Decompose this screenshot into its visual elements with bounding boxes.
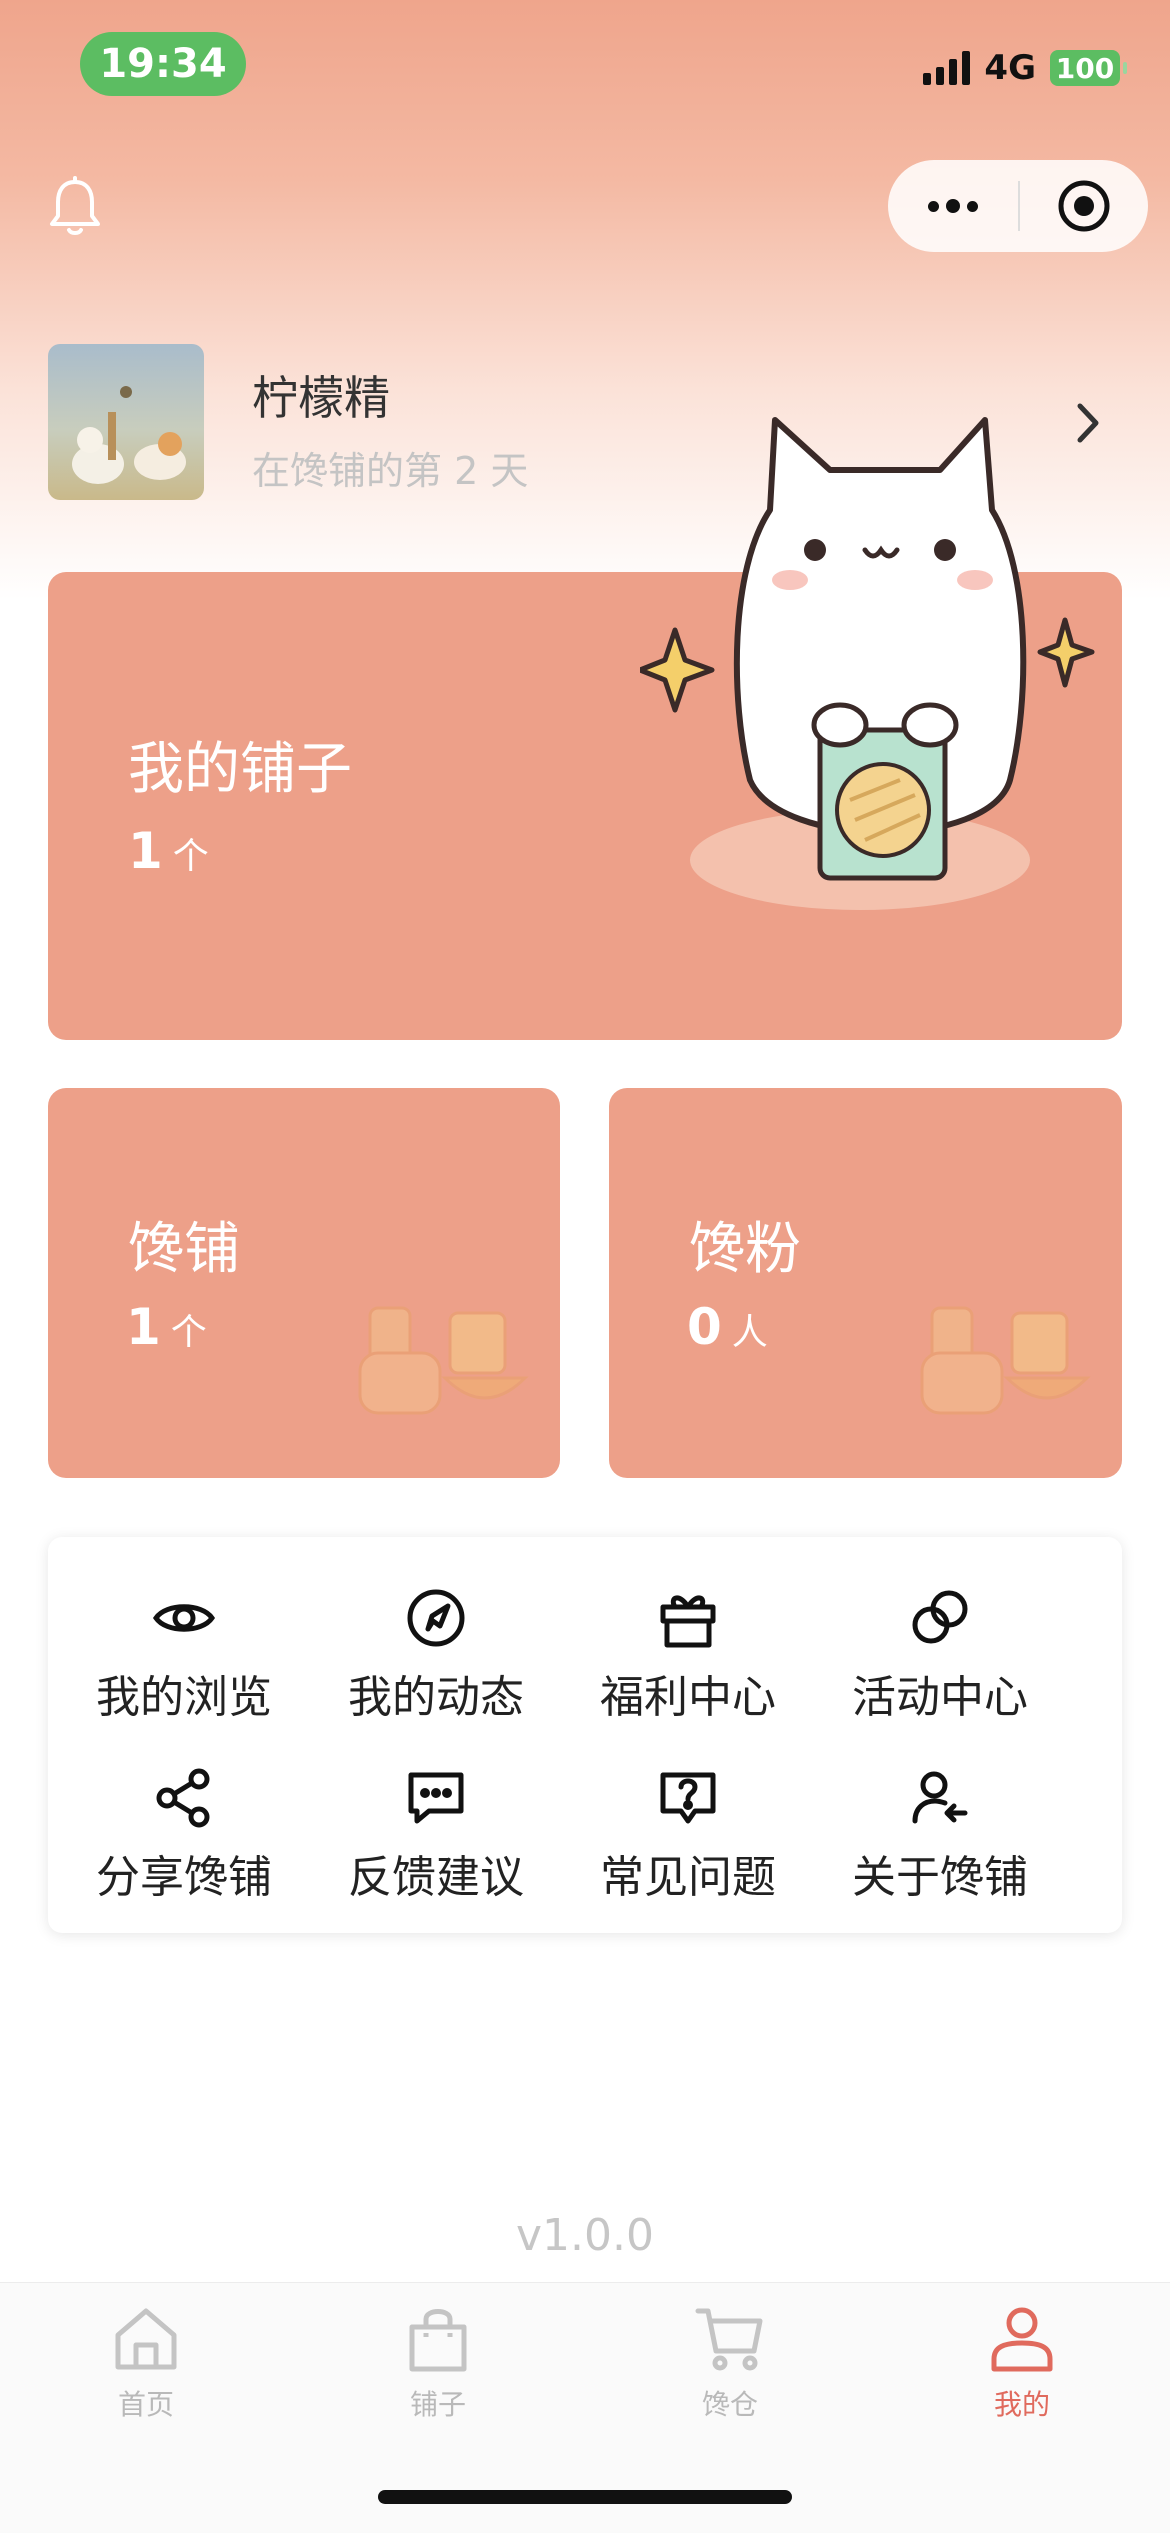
chat-dots-icon xyxy=(408,1772,464,1824)
snacks-illustration xyxy=(358,1306,529,1415)
my-shops-value: 1 xyxy=(128,822,163,880)
fans-count: 0人 xyxy=(687,1298,768,1356)
signal-icon xyxy=(923,51,971,85)
tab-label: 馋仓 xyxy=(701,2388,758,2421)
chanpu-value: 1 xyxy=(126,1298,161,1356)
tab-label: 我的 xyxy=(993,2388,1050,2421)
menu-label: 常见问题 xyxy=(600,1852,776,1903)
app-version: v1.0.0 xyxy=(516,2210,654,2261)
user-name: 柠檬精 xyxy=(252,371,390,425)
share-icon xyxy=(156,1768,210,1828)
cart-icon xyxy=(695,2308,763,2371)
mini-program-capsule xyxy=(888,160,1148,252)
fans-card[interactable]: 馋粉 0人 xyxy=(609,1088,1122,1478)
menu-label: 我的浏览 xyxy=(96,1672,272,1723)
my-shops-unit: 个 xyxy=(172,836,209,877)
menu-item-welfare[interactable]: 福利中心 xyxy=(562,1585,814,1735)
home-indicator xyxy=(378,2490,792,2504)
menu-label: 福利中心 xyxy=(600,1672,776,1723)
network-type: 4G xyxy=(984,48,1036,88)
more-icon[interactable] xyxy=(888,160,1018,252)
coins-icon xyxy=(912,1590,968,1644)
battery-icon: 100 xyxy=(1050,50,1127,86)
chanpu-card[interactable]: 馋铺 1个 xyxy=(48,1088,560,1478)
menu-label: 分享馋铺 xyxy=(96,1852,272,1903)
status-indicators: 4G 100 xyxy=(923,48,1127,88)
menu-item-feedback[interactable]: 反馈建议 xyxy=(310,1765,562,1915)
user-arrow-icon xyxy=(912,1771,968,1824)
bag-icon xyxy=(409,2309,467,2372)
menu-item-faq[interactable]: 常见问题 xyxy=(562,1765,814,1915)
gift-icon xyxy=(660,1595,716,1648)
user-days: 在馋铺的第 2 天 xyxy=(252,449,529,493)
eye-icon xyxy=(152,1604,216,1632)
menu-item-about[interactable]: 关于馋铺 xyxy=(814,1765,1066,1915)
fans-unit: 人 xyxy=(731,1312,768,1353)
chanpu-title: 馋铺 xyxy=(128,1217,240,1282)
fans-value: 0 xyxy=(687,1298,722,1356)
menu-label: 反馈建议 xyxy=(348,1852,524,1903)
menu-item-browse[interactable]: 我的浏览 xyxy=(58,1585,310,1735)
tab-cart[interactable]: 馋仓 xyxy=(584,2303,876,2433)
chanpu-count: 1个 xyxy=(126,1298,207,1356)
my-shops-title: 我的铺子 xyxy=(128,737,352,802)
close-target-icon[interactable] xyxy=(1020,160,1148,252)
my-shops-count: 1个 xyxy=(128,822,209,880)
tab-mine[interactable]: 我的 xyxy=(876,2303,1168,2433)
menu-item-share[interactable]: 分享馋铺 xyxy=(58,1765,310,1915)
tab-shop[interactable]: 铺子 xyxy=(292,2303,584,2433)
person-icon xyxy=(991,2307,1053,2372)
cat-mascot-illustration xyxy=(640,417,1095,910)
battery-level: 100 xyxy=(1055,51,1115,85)
question-icon xyxy=(660,1772,716,1824)
menu-item-events[interactable]: 活动中心 xyxy=(814,1585,1066,1735)
tab-home[interactable]: 首页 xyxy=(0,2303,292,2433)
home-icon xyxy=(115,2308,177,2370)
chanpu-unit: 个 xyxy=(170,1312,207,1353)
feature-menu: 我的浏览 我的动态 福利中心 活动中心 分享馋铺 反馈建议 常见问题 关于馋铺 xyxy=(48,1537,1122,1933)
menu-label: 活动中心 xyxy=(852,1672,1028,1723)
status-time: 19:34 xyxy=(80,32,246,96)
snacks-illustration xyxy=(920,1306,1091,1415)
tab-label: 首页 xyxy=(117,2388,174,2421)
menu-label: 关于馋铺 xyxy=(852,1852,1028,1903)
tab-label: 铺子 xyxy=(409,2388,466,2421)
avatar[interactable] xyxy=(48,344,204,500)
bell-icon[interactable] xyxy=(46,176,104,238)
menu-item-activity[interactable]: 我的动态 xyxy=(310,1585,562,1735)
fans-title: 馋粉 xyxy=(689,1217,801,1282)
compass-icon xyxy=(407,1589,465,1647)
menu-label: 我的动态 xyxy=(348,1672,524,1723)
